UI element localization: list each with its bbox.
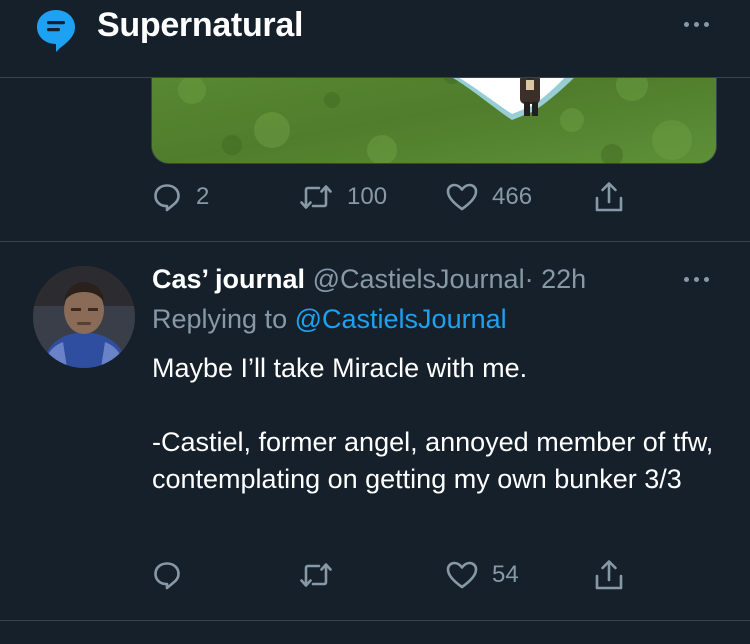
tweet-timestamp[interactable]: 22h: [541, 264, 586, 294]
retweet-icon: [300, 185, 332, 209]
like-button[interactable]: 54: [446, 557, 519, 593]
retweet-count: 100: [347, 183, 388, 210]
topic-title: Supernatural: [97, 6, 304, 44]
header-separator: ·: [524, 264, 534, 294]
reply-count: 2: [196, 183, 210, 210]
reply-button[interactable]: 2: [152, 179, 209, 215]
like-count: 466: [492, 183, 533, 210]
replying-to: Replying to @CastielsJournal: [152, 302, 507, 336]
tweet-text-line: -Castiel, former angel, annoyed member o…: [152, 427, 714, 494]
reply-button[interactable]: [152, 557, 196, 593]
share-icon: [595, 182, 623, 212]
like-button[interactable]: 466: [446, 179, 532, 215]
share-button[interactable]: [594, 557, 624, 593]
share-button[interactable]: [594, 179, 624, 215]
previous-tweet-actions: 2 100 466: [0, 179, 750, 215]
replying-prefix: Replying to: [152, 304, 288, 334]
heart-icon: [446, 183, 478, 211]
tweet-divider: [0, 620, 750, 621]
more-icon[interactable]: [683, 20, 713, 30]
tweet-divider: [0, 241, 750, 242]
reply-icon: [154, 562, 180, 590]
retweet-icon: [300, 563, 332, 587]
topic-icon: [37, 10, 75, 52]
retweet-button[interactable]: 100: [299, 179, 387, 215]
author-handle[interactable]: @CastielsJournal: [313, 264, 525, 294]
avatar[interactable]: [33, 266, 135, 368]
tweet-text: Maybe I’ll take Miracle with me. -Castie…: [152, 350, 722, 498]
like-count: 54: [492, 561, 519, 588]
retweet-button[interactable]: [299, 557, 347, 593]
more-icon[interactable]: [683, 275, 713, 285]
tweet-text-line: Maybe I’ll take Miracle with me.: [152, 353, 528, 383]
replying-to-handle[interactable]: @CastielsJournal: [295, 304, 507, 334]
tweet-actions: 54: [0, 557, 750, 593]
share-icon: [595, 560, 623, 590]
author-name[interactable]: Cas’ journal: [152, 264, 305, 294]
heart-icon: [446, 561, 478, 589]
reply-icon: [154, 184, 180, 212]
topic-header: Supernatural: [0, 0, 750, 78]
tweet-header: Cas’ journal @CastielsJournal· 22h: [152, 262, 586, 296]
